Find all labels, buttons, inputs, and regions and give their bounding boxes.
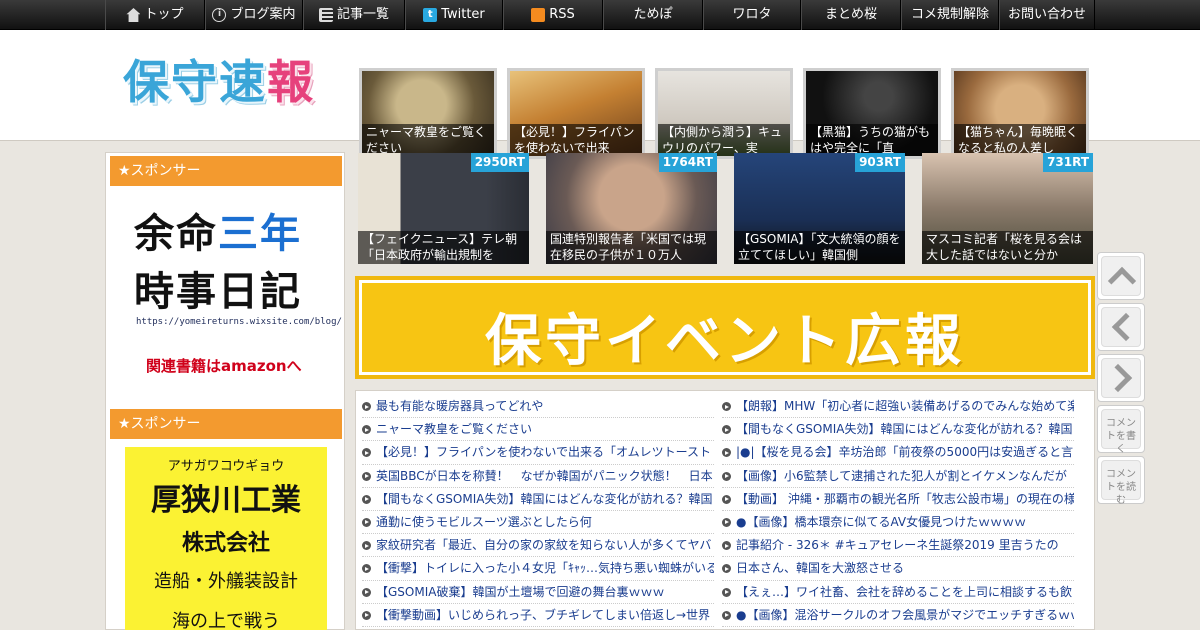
thumb-caption: 【猫ちゃん】毎晩眠くなると私の人差し [954, 124, 1086, 156]
ranking-item[interactable]: 903RT 【GSOMIA】「文大統領の顔を立ててほしい」韓国側 [734, 153, 905, 264]
nav-top[interactable]: トップ [105, 0, 205, 30]
list-item[interactable]: 【えぇ…】ワイ社畜、会社を辞めることを上司に相談するも飲 [722, 581, 1074, 604]
list-item[interactable]: 英国BBCが日本を称賛！ なぜか韓国がパニック状態！ 日本 [362, 465, 714, 488]
list-item[interactable]: 【衝撃】トイレに入った小４女児「ｷｬｯ…気持ち悪い蜘蛛がいる [362, 557, 714, 581]
read-comment-button[interactable]: コメントを読む [1097, 456, 1145, 506]
list-item[interactable]: 【動画】 沖縄・那覇市の観光名所「牧志公設市場」の現在の様 [722, 488, 1074, 511]
chevron-right-icon [1103, 363, 1133, 393]
list-item[interactable]: 【必見！】フライパンを使わないで出来る「オムレツトースト [362, 441, 714, 465]
write-comment-button[interactable]: コメントを書く [1097, 405, 1145, 455]
list-item[interactable]: 最も有能な暖房器具ってどれや [362, 395, 714, 419]
header-thumb[interactable]: 【内側から潤う】キュウリのパワー、実 [655, 68, 793, 159]
nav-twitter[interactable]: t Twitter [405, 0, 503, 30]
rss-icon [531, 8, 546, 22]
header-thumb[interactable]: 【必見！】フライパンを使わないで出来 [507, 68, 645, 159]
retweet-count: 903RT [855, 153, 905, 172]
list-item[interactable]: ●【画像】混浴サークルのオフ会風景がマジでエッチすぎるｗｗ [722, 604, 1074, 627]
twitter-icon: t [423, 8, 438, 22]
list-item[interactable]: 【衝撃動画】いじめられっ子、ブチギレてしまい倍返し→世界 [362, 604, 714, 627]
nav-article-list[interactable]: 記事一覧 [303, 0, 405, 30]
list-item[interactable]: 【間もなくGSOMIA失効】韓国にはどんな変化が訪れる？韓国 [722, 418, 1074, 442]
list-icon [318, 8, 333, 22]
ranking-caption: 【GSOMIA】「文大統領の顔を立ててほしい」韓国側 [734, 231, 905, 264]
header-thumb[interactable]: 【猫ちゃん】毎晩眠くなると私の人差し [951, 68, 1089, 159]
nav-blog-info[interactable]: i ブログ案内 [205, 0, 303, 30]
amazon-link[interactable]: 関連書籍はamazonへ [146, 355, 302, 376]
article-column-left: 最も有能な暖房器具ってどれや ニャーマ教皇をご覧ください 【必見！】フライパンを… [362, 395, 714, 627]
ranking-item[interactable]: 2950RT 【フェイクニュース】テレ朝「日本政府が輸出規制を [358, 153, 529, 264]
info-icon: i [212, 8, 227, 22]
list-item[interactable]: |●|【桜を見る会】辛坊治郎「前夜祭の5000円は安過ぎると言っ [722, 441, 1074, 465]
list-item[interactable]: ●【画像】橋本環奈に似てるAV女優見つけたｗｗｗｗ [722, 511, 1074, 535]
chevron-up-icon [1107, 266, 1137, 296]
site-header: 保守速報 ニャーマ教皇をご覧ください 【必見！】フライパンを使わないで出来 【内… [0, 30, 1200, 159]
home-icon [126, 8, 141, 22]
list-item[interactable]: 記事紹介 - 326＊ #キュアセレーネ生誕祭2019 里吉うたの [722, 534, 1074, 558]
thumb-caption: 【内側から潤う】キュウリのパワー、実 [658, 124, 790, 156]
nav-contact[interactable]: お問い合わせ [999, 0, 1095, 30]
list-item[interactable]: 家紋研究者「最近、自分の家の家紋を知らない人が多くてヤバ [362, 534, 714, 558]
chevron-left-icon [1111, 312, 1141, 342]
sponsor-heading: ★スポンサー [110, 156, 342, 186]
header-thumb[interactable]: ニャーマ教皇をご覧ください [359, 68, 497, 159]
next-button[interactable] [1097, 354, 1145, 402]
thumb-caption: 【黒猫】うちの猫がもはや完全に「直 [806, 124, 938, 156]
nav-warota[interactable]: ワロタ [703, 0, 801, 30]
header-thumb[interactable]: 【黒猫】うちの猫がもはや完全に「直 [803, 68, 941, 159]
nav-rss[interactable]: RSS [503, 0, 603, 30]
top-navigation-bar: トップ i ブログ案内 記事一覧 t Twitter RSS ためぽ ワロタ まとめ… [0, 0, 1200, 30]
list-item[interactable]: 日本さん、韓国を大激怒させる [722, 557, 1074, 581]
sponsor-ad-yomei[interactable]: 余命三年 時事日記 https://yomeireturns.wixsite.c… [110, 189, 342, 389]
scroll-top-button[interactable] [1097, 252, 1145, 300]
ranking-caption: 【フェイクニュース】テレ朝「日本政府が輸出規制を [358, 231, 529, 264]
sponsor-ad-asagawa[interactable]: アサガワコウギョウ 厚狭川工業 株式会社 造船・外艤装設計 海の上で戦う [125, 447, 327, 630]
list-item[interactable]: ニャーマ教皇をご覧ください [362, 418, 714, 442]
list-item[interactable]: 【間もなくGSOMIA失効】韓国にはどんな変化が訪れる？韓国 [362, 488, 714, 511]
sidebar: ★スポンサー 余命三年 時事日記 https://yomeireturns.wi… [105, 152, 345, 630]
list-item[interactable]: 【朗報】MHW「初心者に超強い装備あげるのでみんな始めて楽 [722, 395, 1074, 419]
retweet-count: 2950RT [470, 153, 529, 172]
thumb-caption: ニャーマ教皇をご覧ください [362, 124, 494, 156]
list-item[interactable]: 【画像】小6監禁して逮捕された犯人が割とイケメンなんだが [722, 465, 1074, 488]
site-logo[interactable]: 保守速報 [123, 52, 323, 112]
ranking-item[interactable]: 1764RT 国連特別報告者「米国では現在移民の子供が１０万人 [546, 153, 717, 264]
article-column-right: 【朗報】MHW「初心者に超強い装備あげるのでみんな始めて楽 【間もなくGSOMI… [722, 395, 1074, 627]
thumb-caption: 【必見！】フライパンを使わないで出来 [510, 124, 642, 156]
list-item[interactable]: 【GSOMIA破棄】韓国が土壇場で回避の舞台裏ｗｗｗ [362, 581, 714, 604]
event-banner[interactable]: 保守イベント広報 [355, 276, 1095, 379]
ranking-caption: マスコミ記者「桜を見る会は大した話ではないと分か [922, 231, 1093, 264]
retweet-count: 731RT [1043, 153, 1093, 172]
ranking-caption: 国連特別報告者「米国では現在移民の子供が１０万人 [546, 231, 717, 264]
previous-button[interactable] [1097, 303, 1145, 351]
nav-tamepo[interactable]: ためぽ [603, 0, 703, 30]
article-list: 最も有能な暖房器具ってどれや ニャーマ教皇をご覧ください 【必見！】フライパンを… [355, 390, 1095, 630]
list-item[interactable]: 通勤に使うモビルスーツ選ぶとしたら何 [362, 511, 714, 535]
nav-matome-sakura[interactable]: まとめ桜 [801, 0, 901, 30]
ranking-item[interactable]: 731RT マスコミ記者「桜を見る会は大した話ではないと分か [922, 153, 1093, 264]
retweet-count: 1764RT [658, 153, 717, 172]
nav-comment-unblock[interactable]: コメ規制解除 [901, 0, 999, 30]
sponsor-heading: ★スポンサー [110, 409, 342, 439]
